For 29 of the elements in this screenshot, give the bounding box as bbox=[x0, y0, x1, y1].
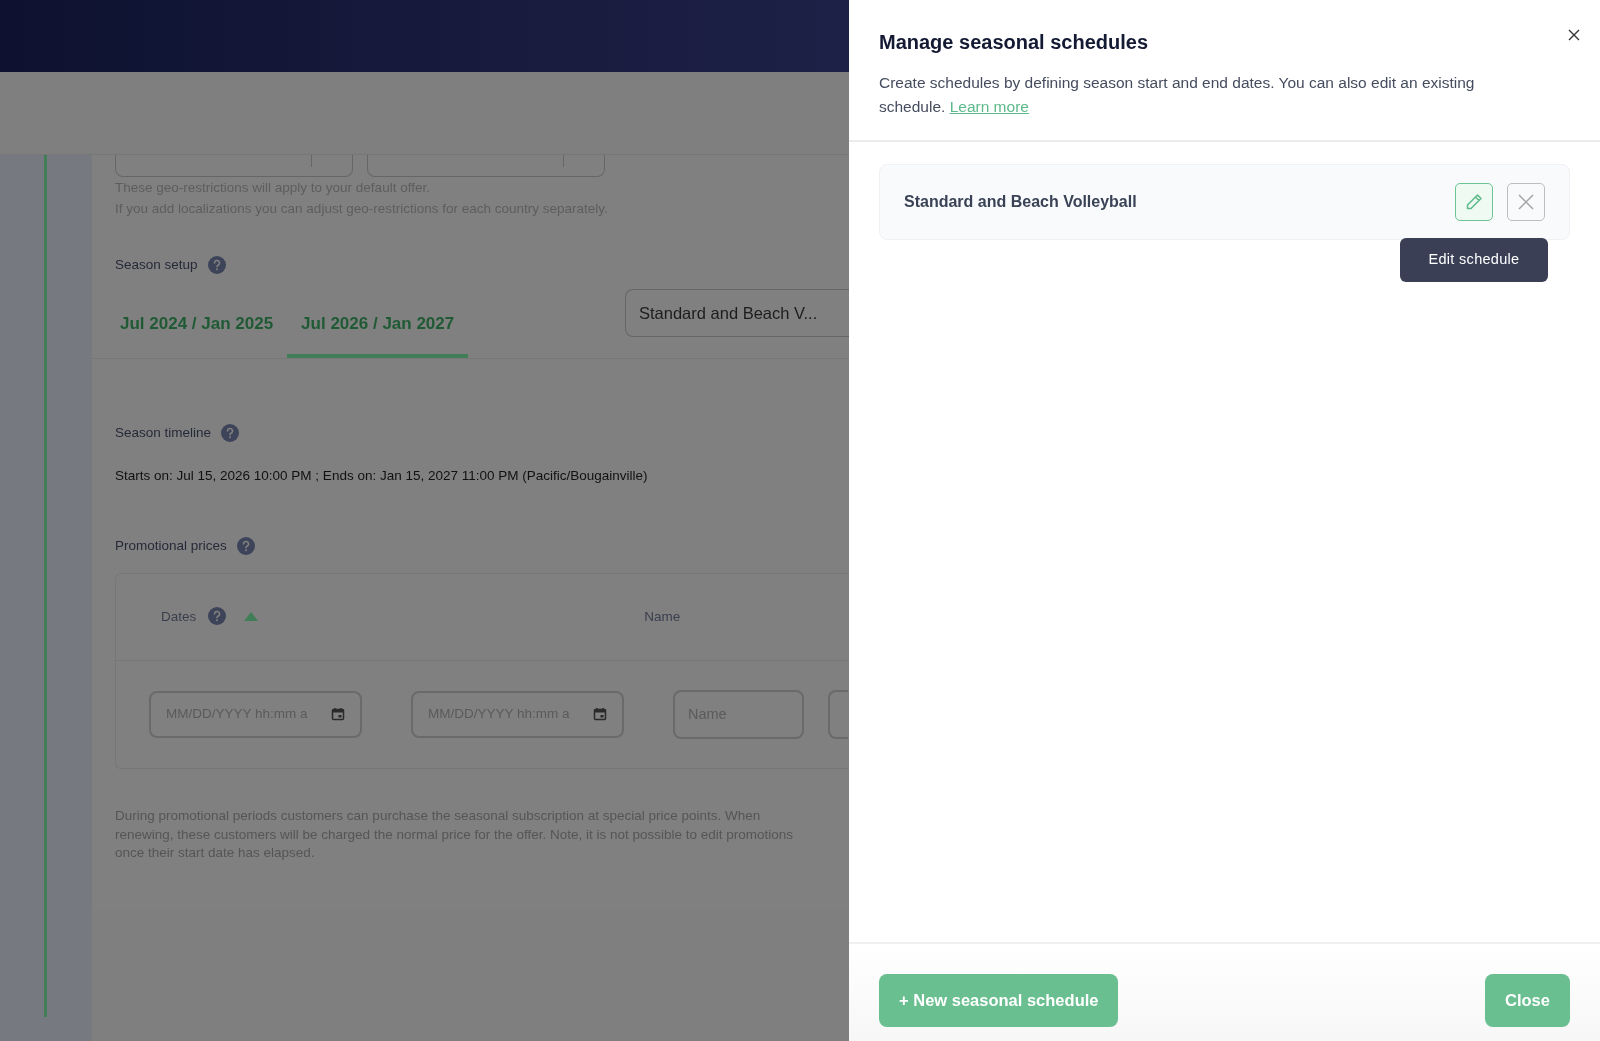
close-icon[interactable] bbox=[1568, 29, 1580, 41]
calendar-icon[interactable] bbox=[331, 707, 345, 722]
help-icon[interactable] bbox=[236, 536, 255, 555]
panel-description: Create schedules by defining season start and end dates. You can also edit an existing schedule. Learn more bbox=[879, 73, 1476, 117]
help-icon[interactable] bbox=[207, 256, 226, 275]
schedule-select[interactable]: Standard and Beach V... bbox=[625, 289, 849, 338]
help-icon[interactable] bbox=[221, 424, 240, 443]
delete-button[interactable] bbox=[1507, 183, 1545, 221]
edit-button[interactable] bbox=[1455, 183, 1493, 221]
section-label: Season setup bbox=[115, 256, 198, 274]
schedule-name: Standard and Beach Volleyball bbox=[904, 192, 1137, 212]
timeline-text: Starts on: Jul 15, 2026 10:00 PM ; Ends on: Jan 15, 2027 11:00 PM (Pacific/Bougainville) bbox=[115, 466, 649, 485]
close-button[interactable]: Close bbox=[1485, 974, 1570, 1027]
section-label: Season timeline bbox=[115, 424, 212, 443]
column-header[interactable]: Name bbox=[644, 606, 681, 627]
close-icon bbox=[1517, 193, 1535, 211]
learn-more-link[interactable]: Learn more bbox=[949, 98, 1029, 115]
season-tab[interactable]: Jul 2026 / Jan 2027 bbox=[287, 300, 469, 359]
pencil-icon bbox=[1464, 192, 1484, 212]
section-label: Promotional prices bbox=[115, 536, 227, 555]
season-tab[interactable]: Jul 2024 / Jan 2025 bbox=[106, 300, 288, 359]
dropdown-field[interactable] bbox=[115, 155, 353, 177]
help-icon[interactable] bbox=[208, 606, 227, 625]
new-schedule-button[interactable]: + New seasonal schedule bbox=[879, 974, 1119, 1027]
dropdown-field[interactable] bbox=[367, 155, 605, 177]
column-header[interactable]: Dates bbox=[161, 606, 197, 627]
panel-title: Manage seasonal schedules bbox=[879, 30, 1149, 55]
calendar-icon[interactable] bbox=[593, 707, 607, 722]
tooltip: Edit schedule bbox=[1400, 238, 1548, 282]
